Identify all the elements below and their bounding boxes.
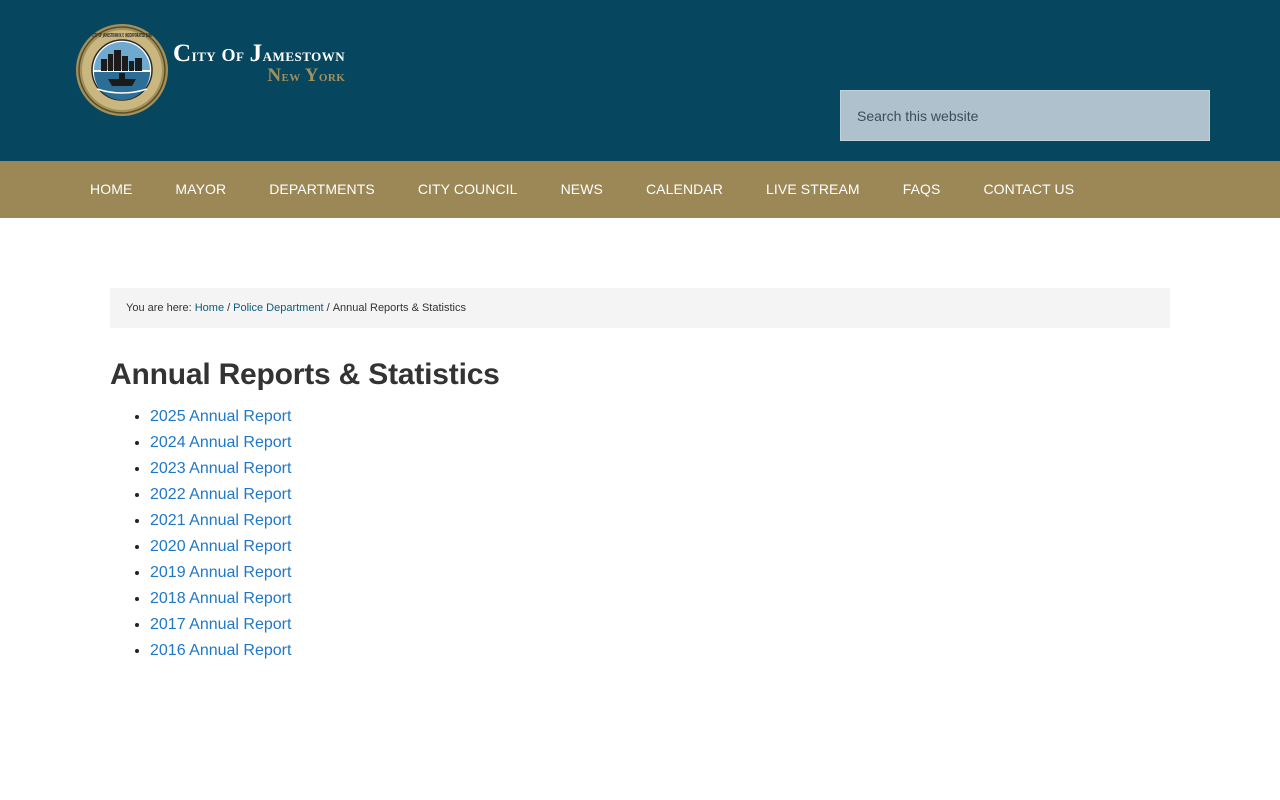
breadcrumb-link-police-department[interactable]: Police Department: [233, 302, 324, 314]
main-nav: HOME MAYOR DEPARTMENTS CITY COUNCIL NEWS…: [0, 161, 1280, 218]
list-item: 2023 Annual Report: [150, 458, 291, 484]
nav-link-departments[interactable]: DEPARTMENTS: [269, 181, 375, 197]
list-item: 2022 Annual Report: [150, 484, 291, 510]
nav-link-contact-us[interactable]: CONTACT US: [983, 181, 1074, 197]
site-logo[interactable]: CITY OF JAMESTOWN N.Y. INCORPORATED 1886…: [75, 22, 415, 118]
nav-link-home[interactable]: HOME: [90, 181, 132, 197]
nav-item-city-council: CITY COUNCIL: [418, 181, 518, 199]
list-item: 2016 Annual Report: [150, 640, 291, 666]
report-link-2020[interactable]: 2020 Annual Report: [150, 538, 291, 555]
list-item: 2025 Annual Report: [150, 406, 291, 432]
logo-text: City of Jamestown New York: [173, 40, 345, 87]
site-header: CITY OF JAMESTOWN N.Y. INCORPORATED 1886…: [0, 0, 1280, 161]
report-link-2023[interactable]: 2023 Annual Report: [150, 460, 291, 477]
page-title: Annual Reports & Statistics: [110, 358, 500, 391]
list-item: 2018 Annual Report: [150, 588, 291, 614]
report-link-2016[interactable]: 2016 Annual Report: [150, 642, 291, 659]
seal-text: CITY OF JAMESTOWN N.Y. INCORPORATED 1886: [92, 33, 152, 39]
breadcrumb-separator: /: [326, 302, 330, 314]
breadcrumb-current: Annual Reports & Statistics: [332, 302, 466, 314]
breadcrumb-prefix: You are here:: [126, 302, 192, 314]
list-item: 2024 Annual Report: [150, 432, 291, 458]
nav-link-calendar[interactable]: CALENDAR: [646, 181, 723, 197]
nav-item-departments: DEPARTMENTS: [269, 181, 375, 199]
report-list: 2025 Annual Report 2024 Annual Report 20…: [150, 406, 291, 666]
nav-list: HOME MAYOR DEPARTMENTS CITY COUNCIL NEWS…: [90, 161, 1117, 218]
search-input[interactable]: [840, 90, 1210, 141]
list-item: 2017 Annual Report: [150, 614, 291, 640]
logo-state-name: New York: [267, 64, 346, 86]
report-link-2018[interactable]: 2018 Annual Report: [150, 590, 291, 607]
nav-item-live-stream: LIVE STREAM: [766, 181, 860, 199]
nav-item-mayor: MAYOR: [175, 181, 226, 199]
nav-link-news[interactable]: NEWS: [561, 181, 603, 197]
report-link-2022[interactable]: 2022 Annual Report: [150, 486, 291, 503]
nav-item-contact-us: CONTACT US: [983, 181, 1074, 199]
list-item: 2021 Annual Report: [150, 510, 291, 536]
nav-item-news: NEWS: [561, 181, 603, 199]
report-link-2025[interactable]: 2025 Annual Report: [150, 408, 291, 425]
breadcrumb-separator: /: [227, 302, 231, 314]
nav-link-city-council[interactable]: CITY COUNCIL: [418, 181, 518, 197]
city-seal-icon: CITY OF JAMESTOWN N.Y. INCORPORATED 1886: [76, 24, 168, 116]
nav-link-mayor[interactable]: MAYOR: [175, 181, 226, 197]
breadcrumb: You are here: Home / Police Department / Ann…: [110, 288, 1170, 328]
list-item: 2020 Annual Report: [150, 536, 291, 562]
nav-link-faqs[interactable]: FAQS: [903, 181, 941, 197]
nav-item-faqs: FAQS: [903, 181, 941, 199]
report-link-2019[interactable]: 2019 Annual Report: [150, 564, 291, 581]
report-link-2021[interactable]: 2021 Annual Report: [150, 512, 291, 529]
list-item: 2019 Annual Report: [150, 562, 291, 588]
nav-item-home: HOME: [90, 181, 132, 199]
report-link-2024[interactable]: 2024 Annual Report: [150, 434, 291, 451]
breadcrumb-link-home[interactable]: Home: [195, 302, 224, 314]
nav-link-live-stream[interactable]: LIVE STREAM: [766, 181, 860, 197]
logo-city-name: City of Jamestown: [173, 39, 346, 67]
report-link-2017[interactable]: 2017 Annual Report: [150, 616, 291, 633]
nav-item-calendar: CALENDAR: [646, 181, 723, 199]
